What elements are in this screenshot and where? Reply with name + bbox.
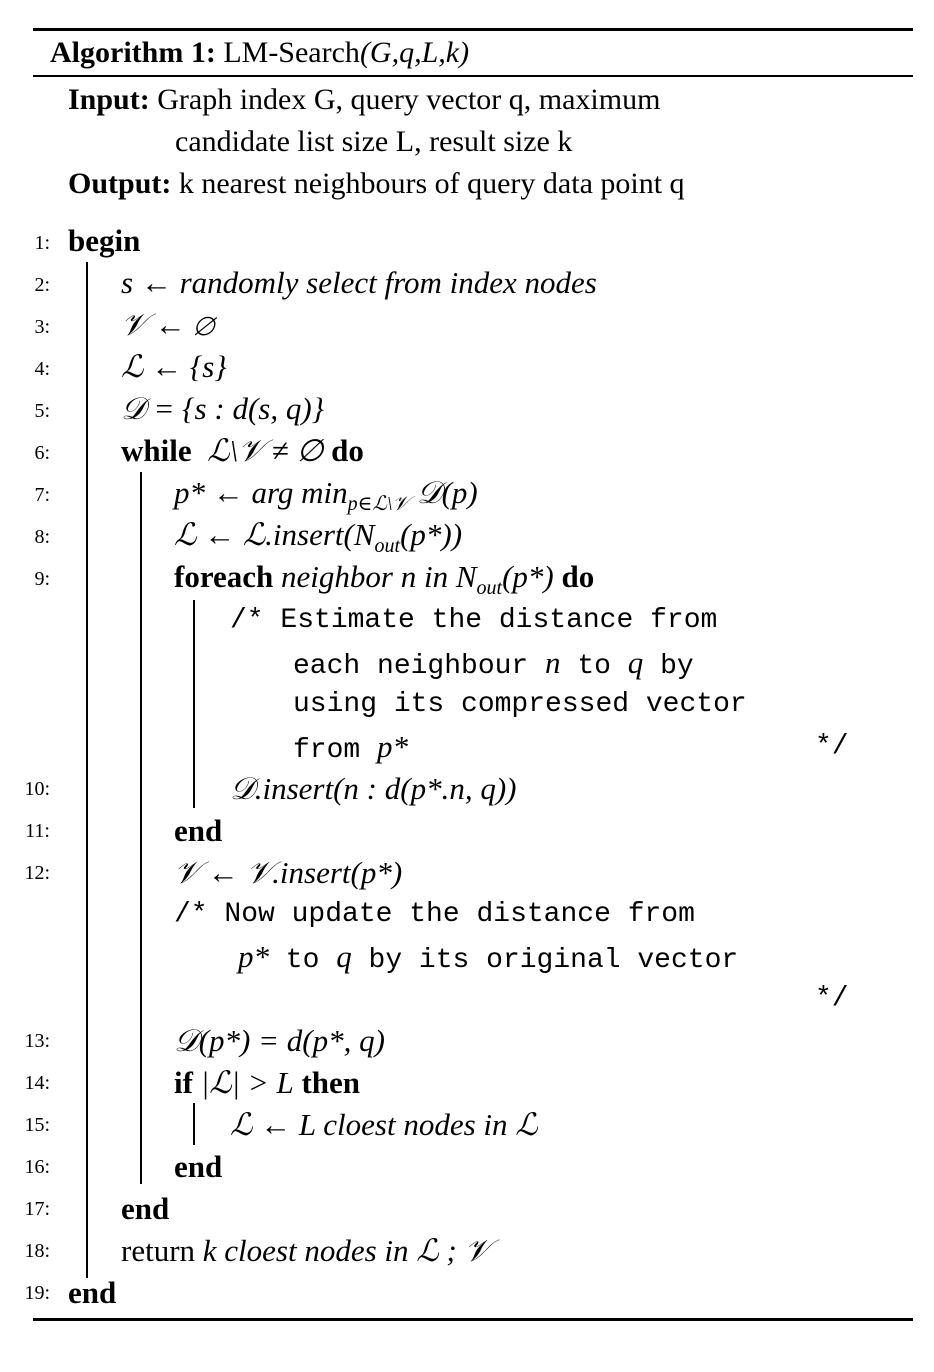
line-number: 14: bbox=[24, 1072, 50, 1094]
line-number: 18: bbox=[24, 1240, 50, 1262]
code-line-18: return k cloest nodes in ℒ ; 𝒱 bbox=[121, 1233, 491, 1268]
line-number: 10: bbox=[24, 778, 50, 800]
algorithm-name: LM-Search bbox=[223, 36, 360, 69]
while-block-bar bbox=[140, 472, 142, 1184]
comment-1-line-1: /* Estimate the distance from bbox=[230, 605, 718, 636]
if-block-bar bbox=[193, 1103, 195, 1145]
line-number: 3: bbox=[34, 316, 50, 338]
comment-2-line-1: /* Now update the distance from bbox=[174, 899, 695, 930]
line-number: 15: bbox=[24, 1114, 50, 1136]
code-line-15: ℒ ← L cloest nodes in ℒ bbox=[230, 1107, 538, 1142]
line-number: 2: bbox=[34, 274, 50, 296]
line-number: 19: bbox=[24, 1282, 50, 1304]
top-rule bbox=[33, 28, 913, 31]
code-line-6: while ℒ\𝒱 ≠ ∅ do bbox=[121, 433, 364, 468]
comment-2-line-2: p* to q by its original vector bbox=[238, 939, 739, 976]
line-number: 16: bbox=[24, 1156, 50, 1178]
code-line-16: end bbox=[174, 1149, 223, 1184]
algorithm-title: Algorithm 1: LM-Search(G,q,L,k) bbox=[50, 33, 469, 73]
code-line-11: end bbox=[174, 813, 223, 848]
code-line-10: 𝒟.insert(n : d(p*.n, q)) bbox=[230, 771, 517, 806]
code-line-13: 𝒟(p*) = d(p*, q) bbox=[174, 1023, 385, 1058]
code-line-1: begin bbox=[68, 223, 141, 258]
input-line-1: Input: Graph index G, query vector q, ma… bbox=[68, 83, 661, 116]
line-number: 11: bbox=[25, 820, 50, 842]
output-line: Output: k nearest neighbours of query da… bbox=[68, 167, 685, 200]
line-number: 17: bbox=[24, 1198, 50, 1220]
line-number: 8: bbox=[34, 526, 50, 548]
bottom-rule bbox=[33, 1318, 913, 1321]
comment-1-line-4: from p* bbox=[293, 729, 409, 766]
title-rule bbox=[33, 75, 913, 77]
code-line-3: 𝒱 ← ∅ bbox=[121, 307, 214, 342]
comment-1-close: */ bbox=[815, 731, 849, 762]
comment-1-line-3: using its compressed vector bbox=[293, 689, 747, 720]
line-number: 9: bbox=[34, 568, 50, 590]
foreach-block-bar bbox=[193, 600, 195, 808]
begin-block-bar bbox=[86, 262, 88, 1278]
input-line-2: candidate list size L, result size k bbox=[175, 125, 573, 158]
line-number: 12: bbox=[24, 862, 50, 884]
line-number: 13: bbox=[24, 1030, 50, 1052]
code-line-17: end bbox=[121, 1191, 170, 1226]
algorithm-label: Algorithm 1: bbox=[50, 36, 216, 69]
line-number: 6: bbox=[34, 442, 50, 464]
code-line-4: ℒ ← {s} bbox=[121, 349, 227, 384]
code-line-12: 𝒱 ← 𝒱.insert(p*) bbox=[174, 855, 403, 890]
line-number: 5: bbox=[34, 400, 50, 422]
line-number: 4: bbox=[34, 358, 50, 380]
algorithm-params: (G,q,L,k) bbox=[359, 36, 470, 69]
code-line-2: s ← randomly select from index nodes bbox=[121, 265, 597, 300]
code-line-14: if |ℒ| > L then bbox=[174, 1065, 361, 1100]
code-line-5: 𝒟 = {s : d(s, q)} bbox=[121, 391, 325, 426]
line-number: 1: bbox=[34, 232, 50, 254]
code-line-19: end bbox=[68, 1275, 117, 1310]
line-number: 7: bbox=[34, 484, 50, 506]
comment-2-close: */ bbox=[815, 983, 849, 1014]
comment-1-line-2: each neighbour n to q by bbox=[293, 645, 694, 682]
